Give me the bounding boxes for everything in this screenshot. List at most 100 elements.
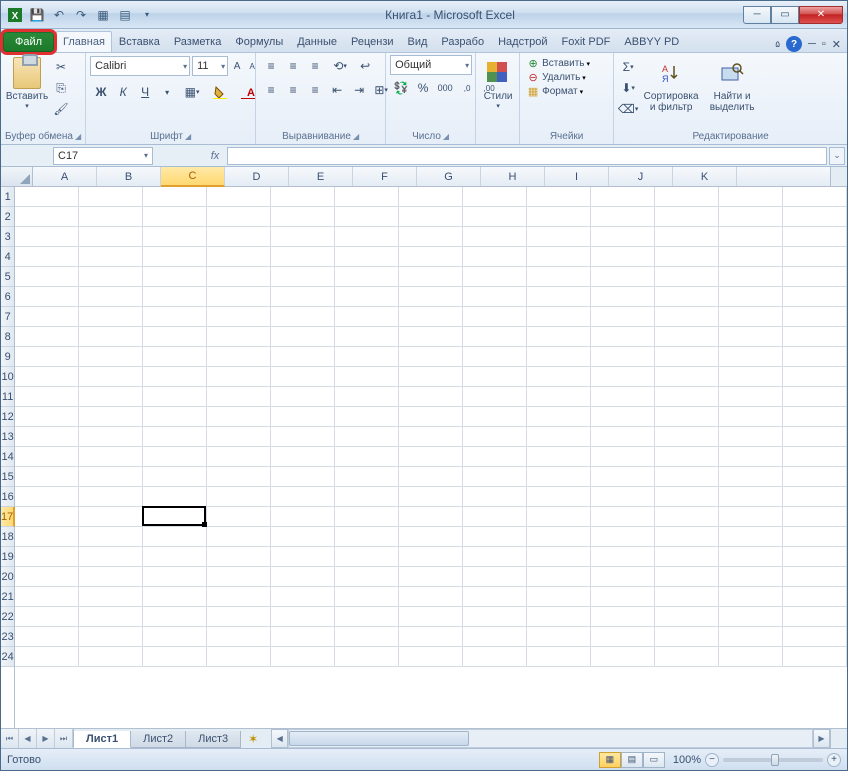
tab-developer[interactable]: Разрабо xyxy=(434,31,491,52)
number-format-combo[interactable]: Общий▾ xyxy=(390,55,472,75)
sheet-nav-first-icon[interactable]: ⏮ xyxy=(1,729,19,748)
undo-icon[interactable]: ↶ xyxy=(49,5,69,25)
column-header[interactable]: H xyxy=(481,167,545,186)
cells[interactable] xyxy=(15,187,847,728)
font-name-combo[interactable]: Calibri▾ xyxy=(90,56,190,76)
row-header[interactable]: 3 xyxy=(1,227,14,247)
row-header[interactable]: 13 xyxy=(1,427,14,447)
fill-color-icon[interactable] xyxy=(206,81,234,103)
tab-home[interactable]: Главная xyxy=(56,31,112,52)
sheet-nav-prev-icon[interactable]: ◀ xyxy=(19,729,37,748)
zoom-thumb[interactable] xyxy=(771,754,779,766)
number-launcher-icon[interactable]: ◢ xyxy=(443,132,449,141)
selected-cell[interactable] xyxy=(142,506,206,526)
accounting-icon[interactable]: 💱 xyxy=(390,77,412,99)
border-icon[interactable]: ▦▾ xyxy=(178,81,206,103)
sheet-tab[interactable]: Лист2 xyxy=(130,731,186,748)
sort-filter-button[interactable]: АЯ Сортировка и фильтр xyxy=(640,55,702,115)
tab-view[interactable]: Вид xyxy=(401,31,435,52)
row-header[interactable]: 18 xyxy=(1,527,14,547)
row-header[interactable]: 17 xyxy=(1,507,15,527)
tab-pagelayout[interactable]: Разметка xyxy=(167,31,229,52)
increase-indent-icon[interactable]: ⇥ xyxy=(348,79,370,101)
font-launcher-icon[interactable]: ◢ xyxy=(185,132,191,141)
row-header[interactable]: 21 xyxy=(1,587,14,607)
comma-icon[interactable]: 000 xyxy=(434,77,456,99)
fx-icon[interactable]: fx xyxy=(203,147,227,165)
format-cells-button[interactable]: ▦Формат▾ xyxy=(524,85,583,98)
column-header[interactable]: G xyxy=(417,167,481,186)
find-select-button[interactable]: Найти и выделить xyxy=(704,55,760,115)
row-header[interactable]: 15 xyxy=(1,467,14,487)
row-header[interactable]: 4 xyxy=(1,247,14,267)
name-box[interactable]: C17▾ xyxy=(53,147,153,165)
styles-button[interactable]: Стили ▾ xyxy=(480,55,516,112)
fill-handle[interactable] xyxy=(202,522,207,527)
row-header[interactable]: 24 xyxy=(1,647,14,667)
align-right-icon[interactable]: ≡ xyxy=(304,79,326,101)
column-header[interactable]: F xyxy=(353,167,417,186)
column-header[interactable]: K xyxy=(673,167,737,186)
clear-icon[interactable]: ⌫▾ xyxy=(618,99,638,119)
row-header[interactable]: 9 xyxy=(1,347,14,367)
tab-review[interactable]: Рецензи xyxy=(344,31,401,52)
tab-addins[interactable]: Надстрой xyxy=(491,31,554,52)
zoom-slider[interactable] xyxy=(723,758,823,762)
wrap-text-icon[interactable]: ↩ xyxy=(354,55,376,77)
column-header[interactable]: D xyxy=(225,167,289,186)
align-bottom-icon[interactable]: ≡ xyxy=(304,55,326,77)
help-icon[interactable]: ? xyxy=(786,36,802,52)
sheet-tab[interactable]: Лист3 xyxy=(185,731,241,748)
cut-icon[interactable]: ✂ xyxy=(51,57,71,77)
autosum-icon[interactable]: Σ▾ xyxy=(618,57,638,77)
delete-cells-button[interactable]: ⊖Удалить▾ xyxy=(524,71,586,84)
ribbon-minimize-icon[interactable]: ۵ xyxy=(775,39,780,50)
file-tab[interactable]: Файл xyxy=(3,32,54,52)
view-pagelayout-icon[interactable]: ▤ xyxy=(621,752,643,768)
row-header[interactable]: 1 xyxy=(1,187,14,207)
doc-minimize-icon[interactable]: ─ xyxy=(808,38,816,50)
tab-data[interactable]: Данные xyxy=(290,31,344,52)
excel-icon[interactable]: X xyxy=(5,5,25,25)
sheet-tab[interactable]: Лист1 xyxy=(73,731,131,748)
align-middle-icon[interactable]: ≡ xyxy=(282,55,304,77)
formula-input[interactable] xyxy=(227,147,827,165)
clipboard-launcher-icon[interactable]: ◢ xyxy=(75,132,81,141)
percent-icon[interactable]: % xyxy=(412,77,434,99)
column-header[interactable]: I xyxy=(545,167,609,186)
doc-close-icon[interactable]: ✕ xyxy=(832,38,841,51)
formula-expand-icon[interactable]: ⌄ xyxy=(829,147,845,165)
grow-font-icon[interactable]: A xyxy=(230,55,244,77)
column-header[interactable]: J xyxy=(609,167,673,186)
column-header[interactable]: A xyxy=(33,167,97,186)
tab-insert[interactable]: Вставка xyxy=(112,31,167,52)
align-top-icon[interactable]: ≡ xyxy=(260,55,282,77)
tab-abbyy[interactable]: ABBYY PD xyxy=(617,31,686,52)
row-header[interactable]: 5 xyxy=(1,267,14,287)
row-header[interactable]: 16 xyxy=(1,487,14,507)
view-pagebreak-icon[interactable]: ▭ xyxy=(643,752,665,768)
zoom-out-icon[interactable]: − xyxy=(705,753,719,767)
scroll-right-icon[interactable]: ▶ xyxy=(813,729,830,748)
row-header[interactable]: 20 xyxy=(1,567,14,587)
align-center-icon[interactable]: ≡ xyxy=(282,79,304,101)
decrease-indent-icon[interactable]: ⇤ xyxy=(326,79,348,101)
row-header[interactable]: 11 xyxy=(1,387,14,407)
column-header[interactable]: B xyxy=(97,167,161,186)
column-header[interactable]: C xyxy=(161,167,225,187)
row-header[interactable]: 8 xyxy=(1,327,14,347)
maximize-button[interactable]: ▭ xyxy=(771,6,799,24)
row-header[interactable]: 22 xyxy=(1,607,14,627)
zoom-level[interactable]: 100% xyxy=(673,754,701,766)
sheet-nav-last-icon[interactable]: ⏭ xyxy=(55,729,73,748)
underline-icon[interactable]: Ч xyxy=(134,81,156,103)
fill-icon[interactable]: ⬇▾ xyxy=(618,78,638,98)
row-header[interactable]: 19 xyxy=(1,547,14,567)
row-header[interactable]: 12 xyxy=(1,407,14,427)
column-header[interactable]: E xyxy=(289,167,353,186)
doc-restore-icon[interactable]: ▫ xyxy=(822,38,826,50)
insert-cells-button[interactable]: ⊕Вставить▾ xyxy=(524,57,590,70)
format-painter-icon[interactable]: 🖌 xyxy=(51,99,71,119)
scroll-thumb-h[interactable] xyxy=(289,731,469,746)
qat-customize-icon[interactable]: ▾ xyxy=(137,5,157,25)
